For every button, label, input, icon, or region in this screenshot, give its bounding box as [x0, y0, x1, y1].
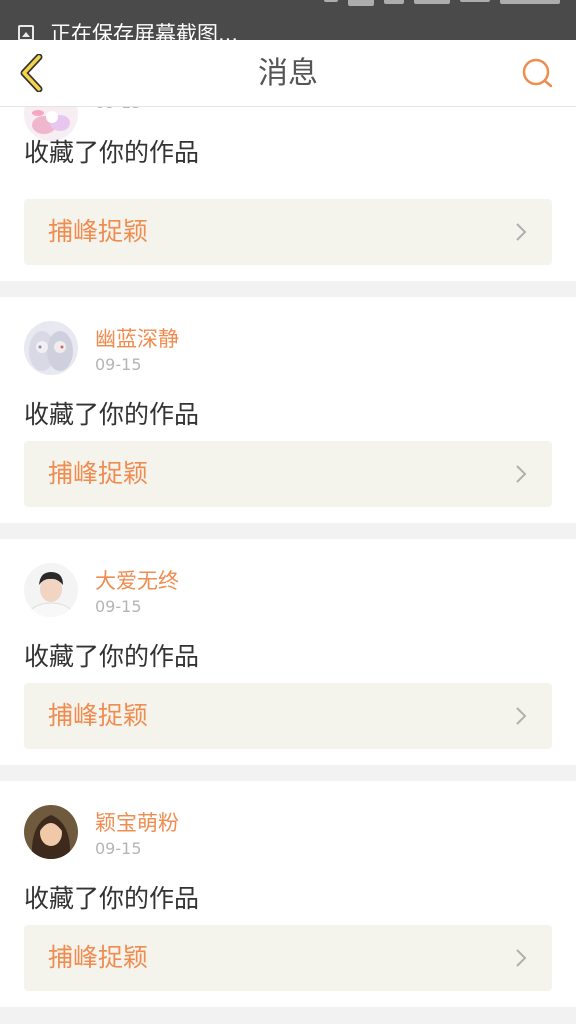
battery-icon	[460, 0, 490, 2]
message-text: 收藏了你的作品	[24, 400, 200, 429]
avatar[interactable]	[24, 805, 78, 859]
navigation-bar: 消息	[0, 40, 576, 107]
search-icon	[522, 58, 553, 88]
status-icons	[324, 0, 560, 6]
notification-text: 正在保存屏幕截图...	[50, 22, 239, 40]
date: 09-15	[95, 597, 142, 616]
work-title: 捕峰捉颖	[48, 943, 149, 972]
signal-icon	[384, 0, 404, 4]
message-text: 收藏了你的作品	[24, 884, 200, 913]
woman-portrait-avatar-icon	[24, 805, 78, 859]
chevron-right-icon	[516, 949, 527, 967]
chevron-left-icon	[20, 54, 43, 92]
battery-percent-text	[414, 0, 450, 4]
back-button[interactable]	[12, 52, 52, 94]
message-text: 收藏了你的作品	[24, 138, 200, 167]
chevron-right-icon	[516, 465, 527, 483]
chevron-right-icon	[516, 223, 527, 241]
anime-twins-avatar-icon	[24, 321, 78, 375]
search-button[interactable]	[518, 54, 558, 94]
image-icon	[18, 25, 34, 40]
work-link[interactable]: 捕峰捉颖	[24, 441, 552, 507]
message-text: 收藏了你的作品	[24, 642, 200, 671]
avatar[interactable]	[24, 563, 78, 617]
date: 09-15	[95, 107, 142, 112]
screenshot-saving-notification: 正在保存屏幕截图...	[18, 18, 238, 40]
message-item: 大爱无终 09-15 收藏了你的作品 捕峰捉颖	[0, 539, 576, 765]
chevron-right-icon	[516, 707, 527, 725]
young-man-avatar-icon	[24, 563, 78, 617]
username[interactable]: 大爱无终	[95, 565, 179, 595]
date: 09-15	[95, 839, 142, 858]
work-link[interactable]: 捕峰捉颖	[24, 199, 552, 265]
message-item: 颖宝萌粉 09-15 收藏了你的作品 捕峰捉颖	[0, 781, 576, 1007]
work-title: 捕峰捉颖	[48, 459, 149, 488]
clock-text	[500, 0, 560, 4]
work-title: 捕峰捉颖	[48, 217, 149, 246]
work-link[interactable]: 捕峰捉颖	[24, 683, 552, 749]
username[interactable]: 幽蓝深静	[95, 323, 179, 353]
location-icon	[324, 0, 338, 2]
page-title: 消息	[258, 56, 318, 91]
message-item: 幽蓝深静 09-15 收藏了你的作品 捕峰捉颖	[0, 297, 576, 523]
status-bar: 正在保存屏幕截图...	[0, 0, 576, 40]
message-item: 09-15 收藏了你的作品 捕峰捉颖	[0, 107, 576, 281]
username[interactable]: 颖宝萌粉	[95, 807, 179, 837]
date: 09-15	[95, 355, 142, 374]
work-title: 捕峰捉颖	[48, 701, 149, 730]
avatar[interactable]	[24, 321, 78, 375]
message-list: 09-15 收藏了你的作品 捕峰捉颖 幽蓝深静 09-15 收藏了你的作品	[0, 107, 576, 1024]
hd-icon	[348, 0, 374, 6]
work-link[interactable]: 捕峰捉颖	[24, 925, 552, 991]
